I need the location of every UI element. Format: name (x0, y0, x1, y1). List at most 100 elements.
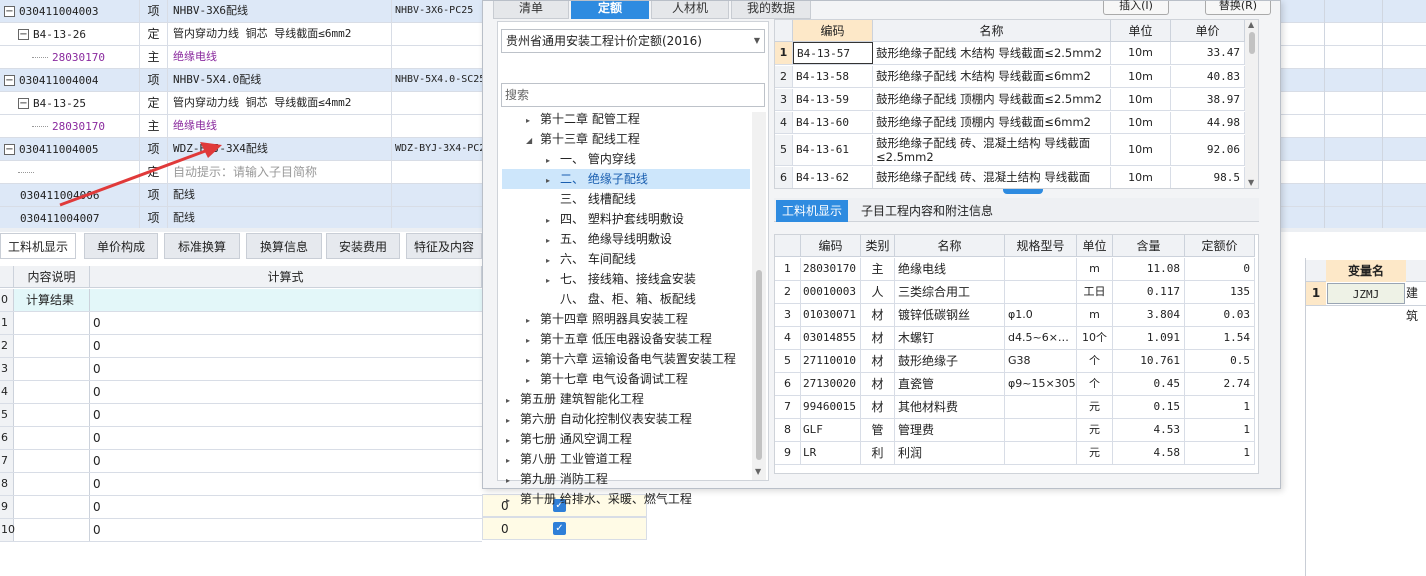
tree-item[interactable]: ▸ 第十四章 照明器具安装工程 (526, 309, 688, 329)
tree-item[interactable]: ▸ 二、 绝缘子配线 (502, 169, 750, 189)
quota-name[interactable]: 鼓形绝缘子配线 砖、混凝土结构 导线截面≤6mm2 (873, 167, 1111, 188)
collapsed-arrow-icon[interactable]: ▸ (526, 351, 540, 371)
dialog-tab-2[interactable]: 定额 (571, 1, 649, 19)
bottom-tab-1[interactable]: 工料机显示 (0, 233, 76, 259)
quota-row[interactable]: 2 B4-13-58 鼓形绝缘子配线 木结构 导线截面≤6mm2 10m 40.83 (775, 66, 1245, 88)
tree-item[interactable]: ▸ 第八册 工业管道工程 (506, 449, 632, 469)
calc-row-desc[interactable] (14, 427, 90, 449)
calc-row-formula[interactable]: 0 (90, 358, 482, 380)
checkbox-checked[interactable]: ✓ (553, 522, 566, 535)
calc-row[interactable]: 30 (0, 358, 482, 381)
collapsed-arrow-icon[interactable]: ▸ (546, 251, 560, 271)
calc-row-formula[interactable]: 0 (90, 427, 482, 449)
bottom-tab-6[interactable]: 特征及内容 (406, 233, 482, 259)
lmj-row[interactable]: 3 01030071 材镀锌低碳钢丝 φ1.0 m 3.804 0.03 (775, 304, 1255, 327)
calc-row[interactable]: 60 (0, 427, 482, 450)
calc-row[interactable]: 10 (0, 312, 482, 335)
quota-name[interactable]: 鼓形绝缘子配线 顶棚内 导线截面≤6mm2 (873, 112, 1111, 133)
tree-item[interactable]: 八、 盘、柜、箱、板配线 (546, 289, 696, 309)
lmj-row[interactable]: 8 GLF 管管理费 元 4.53 1 (775, 419, 1255, 442)
calc-row-desc[interactable] (14, 496, 90, 518)
lmj-row[interactable]: 4 03014855 材木螺钉 d4.5~6×… 10个 1.091 1.54 (775, 327, 1255, 350)
quota-code[interactable]: B4-13-59 (793, 89, 873, 110)
collapsed-arrow-icon[interactable]: ▸ (526, 311, 540, 331)
lmj-row[interactable]: 2 00010003 人三类综合用工 工日 0.117 135 (775, 281, 1255, 304)
replace-button[interactable]: 替换(R) (1205, 0, 1271, 15)
tree-item[interactable]: ▸ 一、 管内穿线 (546, 149, 636, 169)
quota-code[interactable]: B4-13-58 (793, 66, 873, 87)
calc-row[interactable]: 40 (0, 381, 482, 404)
dialog-tab-4[interactable]: 我的数据 (731, 1, 811, 19)
calc-row-desc[interactable] (14, 450, 90, 472)
calc-row[interactable]: 10 0 (0, 519, 482, 542)
search-input[interactable]: 搜索 (501, 83, 765, 107)
calc-row-formula[interactable] (90, 289, 482, 311)
calc-row-desc[interactable] (14, 335, 90, 357)
quota-name[interactable]: 鼓形绝缘子配线 木结构 导线截面≤6mm2 (873, 66, 1111, 87)
collapsed-arrow-icon[interactable]: ▸ (506, 471, 520, 491)
collapsed-arrow-icon[interactable]: ▸ (506, 491, 520, 511)
calc-row-formula[interactable]: 0 (90, 519, 482, 541)
calc-row-formula[interactable]: 0 (90, 381, 482, 403)
tree-item[interactable]: ▸ 四、 塑料护套线明敷设 (546, 209, 684, 229)
detail-tab-lmj[interactable]: 工料机显示 (776, 200, 848, 222)
collapsed-arrow-icon[interactable]: ▸ (506, 431, 520, 451)
scroll-down-icon[interactable]: ▼ (1248, 178, 1254, 187)
lmj-row[interactable]: 9 LR 利利润 元 4.58 1 (775, 442, 1255, 465)
quota-row[interactable]: 1 B4-13-57 鼓形绝缘子配线 木结构 导线截面≤2.5mm2 10m 33.47 (775, 42, 1245, 65)
quota-row[interactable]: 5 B4-13-61 鼓形绝缘子配线 砖、混凝土结构 导线截面≤2.5mm2 10m 9… (775, 135, 1245, 166)
dialog-tab-3[interactable]: 人材机 (651, 1, 729, 19)
lmj-row[interactable]: 1 28030170 主绝缘电线 m 11.08 0 (775, 258, 1255, 281)
tree-item[interactable]: ▸ 七、 接线箱、接线盒安装 (546, 269, 696, 289)
quota-name[interactable]: 鼓形绝缘子配线 木结构 导线截面≤2.5mm2 (873, 42, 1111, 64)
calc-row-formula[interactable]: 0 (90, 473, 482, 495)
quota-code[interactable]: B4-13-61 (793, 135, 873, 165)
scrollbar-thumb[interactable] (756, 270, 762, 460)
tree-item[interactable]: ▸ 六、 车间配线 (546, 249, 636, 269)
calc-row-desc[interactable] (14, 312, 90, 334)
tree-item[interactable]: ▸ 第七册 通风空调工程 (506, 429, 632, 449)
bottom-tab-4[interactable]: 换算信息 (246, 233, 322, 259)
tree-item[interactable]: ▸ 第五册 建筑智能化工程 (506, 389, 644, 409)
tree-item[interactable]: ▸ 第十二章 配管工程 (526, 109, 640, 129)
calc-row-desc[interactable]: 计算结果 (14, 289, 90, 311)
quota-row[interactable]: 3 B4-13-59 鼓形绝缘子配线 顶棚内 导线截面≤2.5mm2 10m 38.97 (775, 89, 1245, 111)
collapsed-arrow-icon[interactable]: ▸ (506, 411, 520, 431)
quota-scrollbar[interactable]: ▲ ▼ (1245, 20, 1258, 188)
tree-scrollbar[interactable]: ▼ (752, 112, 766, 480)
variable-row[interactable]: 1 JZMJ 建筑 (1306, 282, 1426, 323)
dialog-tab-1[interactable]: 清单 (493, 1, 569, 19)
lmj-row[interactable]: 7 99460015 材其他材料费 元 0.15 1 (775, 396, 1255, 419)
calc-row[interactable]: 0 计算结果 (0, 289, 482, 312)
scroll-down-icon[interactable]: ▼ (755, 467, 761, 476)
scrollbar-thumb[interactable] (1249, 32, 1255, 54)
detail-tab-content[interactable]: 子目工程内容和附注信息 (852, 200, 1002, 222)
lmj-row[interactable]: 6 27130020 材直瓷管 φ9~15×305 个 0.45 2.74 (775, 373, 1255, 396)
collapsed-arrow-icon[interactable]: ▸ (506, 451, 520, 471)
tree-item[interactable]: ▸ 第十册 给排水、采暖、燃气工程 (506, 489, 692, 509)
quota-row[interactable]: 6B4-13-62鼓形绝缘子配线 砖、混凝土结构 导线截面≤6mm210m98.… (775, 167, 1245, 188)
calc-row-desc[interactable] (14, 519, 90, 541)
quota-name[interactable]: 鼓形绝缘子配线 砖、混凝土结构 导线截面≤2.5mm2 (873, 135, 1111, 165)
quota-code[interactable]: B4-13-57 (793, 42, 873, 64)
quota-row[interactable]: 4 B4-13-60 鼓形绝缘子配线 顶棚内 导线截面≤6mm2 10m 44.98 (775, 112, 1245, 134)
calc-row-formula[interactable]: 0 (90, 450, 482, 472)
collapsed-arrow-icon[interactable]: ▸ (546, 211, 560, 231)
tree-item[interactable]: ▸ 第六册 自动化控制仪表安装工程 (506, 409, 692, 429)
collapsed-arrow-icon[interactable]: ▸ (546, 271, 560, 291)
calc-row-desc[interactable] (14, 473, 90, 495)
quota-library-select[interactable]: 贵州省通用安装工程计价定额(2016) ▼ (501, 29, 765, 53)
calc-row-desc[interactable] (14, 404, 90, 426)
quota-code[interactable]: B4-13-62 (793, 167, 873, 188)
tree-item[interactable]: ◢ 第十三章 配线工程 (526, 129, 640, 149)
calc-row-formula[interactable]: 0 (90, 312, 482, 334)
expanded-arrow-icon[interactable]: ◢ (526, 131, 540, 151)
calc-row-desc[interactable] (14, 358, 90, 380)
calc-row[interactable]: 50 (0, 404, 482, 427)
calc-row[interactable]: 90 (0, 496, 482, 519)
quota-name[interactable]: 鼓形绝缘子配线 顶棚内 导线截面≤2.5mm2 (873, 89, 1111, 110)
calc-row-desc[interactable] (14, 381, 90, 403)
calc-row-formula[interactable]: 0 (90, 335, 482, 357)
variable-value[interactable]: JZMJ (1327, 283, 1405, 304)
tree-item[interactable]: ▸ 五、 绝缘导线明敷设 (546, 229, 672, 249)
